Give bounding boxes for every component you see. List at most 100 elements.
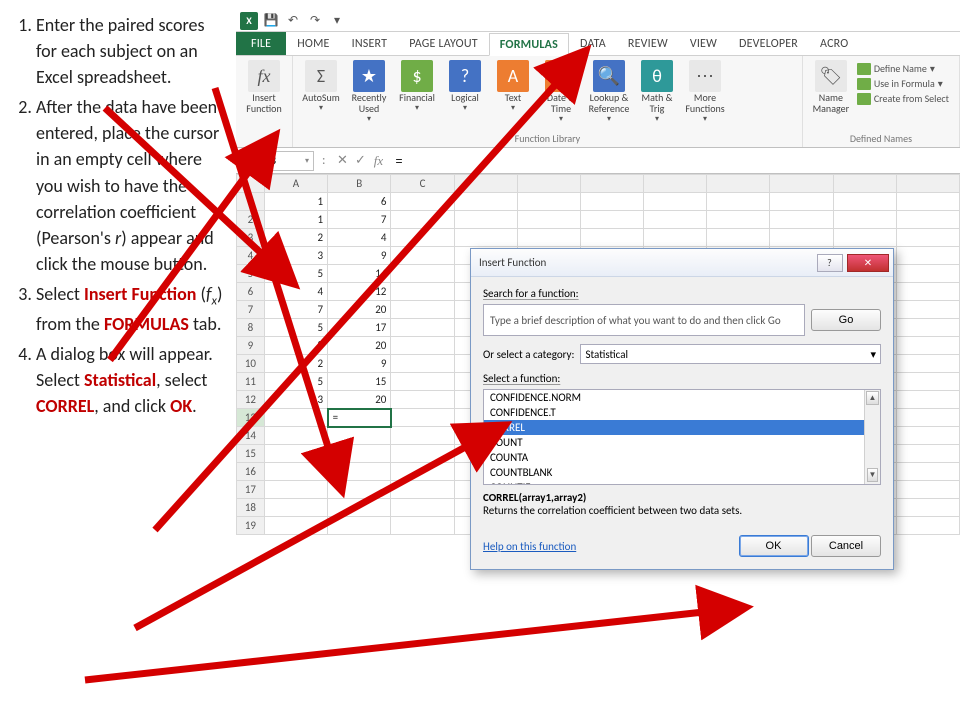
cell[interactable]	[391, 499, 454, 517]
help-link[interactable]: Help on this function	[483, 540, 576, 553]
autosum-button[interactable]: ΣAutoSum▾	[299, 58, 343, 124]
scroll-up-icon[interactable]: ▲	[866, 391, 879, 405]
cell[interactable]	[264, 481, 327, 499]
cell[interactable]: 2	[264, 229, 327, 247]
row-header[interactable]: 11	[237, 373, 265, 391]
cell[interactable]: 3	[264, 247, 327, 265]
tab-formulas[interactable]: FORMULAS	[489, 33, 569, 56]
cell[interactable]	[328, 427, 391, 445]
row-header[interactable]: 9	[237, 337, 265, 355]
cell[interactable]	[391, 481, 454, 499]
row-header[interactable]: 15	[237, 445, 265, 463]
category-select[interactable]: Statistical▾	[580, 344, 881, 364]
create-from-selection-button[interactable]: Create from Select	[857, 92, 949, 105]
cell[interactable]	[391, 301, 454, 319]
financial-button[interactable]: $Financial▾	[395, 58, 439, 124]
cell[interactable]	[264, 499, 327, 517]
cell[interactable]: 4	[328, 229, 391, 247]
cell[interactable]	[391, 337, 454, 355]
cell[interactable]: 1	[264, 193, 327, 211]
function-list-item[interactable]: COUNT	[484, 435, 880, 450]
col-header[interactable]: C	[391, 175, 454, 193]
col-header[interactable]: A	[264, 175, 327, 193]
tab-file[interactable]: FILE	[236, 32, 286, 55]
cell[interactable]	[391, 319, 454, 337]
function-list-item[interactable]: COUNTBLANK	[484, 465, 880, 480]
cell[interactable]: 5	[264, 265, 327, 283]
active-cell[interactable]: =	[328, 409, 391, 427]
recently-used-button[interactable]: ★Recently Used▾	[347, 58, 391, 124]
cell[interactable]: 20	[328, 301, 391, 319]
tab-acrobat[interactable]: Acro	[809, 32, 859, 55]
row-header[interactable]: 2	[237, 211, 265, 229]
tab-review[interactable]: REVIEW	[617, 32, 679, 55]
row-header[interactable]: 4	[237, 247, 265, 265]
cell[interactable]	[328, 481, 391, 499]
formula-input[interactable]	[387, 154, 960, 168]
cell[interactable]: 9	[328, 355, 391, 373]
row-header[interactable]: 7	[237, 301, 265, 319]
cell[interactable]	[391, 283, 454, 301]
function-listbox[interactable]: CONFIDENCE.NORMCONFIDENCE.TCORRELCOUNTCO…	[483, 389, 881, 485]
accept-formula-icon[interactable]: ✓	[351, 152, 369, 170]
cell[interactable]	[391, 427, 454, 445]
use-in-formula-button[interactable]: Use in Formula ▾	[857, 77, 949, 90]
row-header[interactable]: 18	[237, 499, 265, 517]
cell[interactable]	[391, 445, 454, 463]
cell[interactable]	[391, 373, 454, 391]
insert-function-button[interactable]: fx Insert Function	[242, 58, 286, 114]
cell[interactable]	[328, 463, 391, 481]
row-header[interactable]: 12	[237, 391, 265, 409]
cell[interactable]: 8	[264, 337, 327, 355]
cell[interactable]	[328, 445, 391, 463]
cell[interactable]	[391, 265, 454, 283]
name-manager-button[interactable]: 🏷Name Manager	[809, 58, 853, 114]
qat-dropdown-icon[interactable]: ▾	[328, 12, 346, 30]
cell[interactable]	[391, 229, 454, 247]
row-header[interactable]: 14	[237, 427, 265, 445]
tab-data[interactable]: DATA	[569, 32, 617, 55]
row-header[interactable]: 17	[237, 481, 265, 499]
cell[interactable]: 15	[328, 373, 391, 391]
cell[interactable]: 6	[328, 193, 391, 211]
cell[interactable]: 5	[264, 373, 327, 391]
cell[interactable]: 5	[264, 319, 327, 337]
cell[interactable]	[391, 355, 454, 373]
redo-icon[interactable]: ↷	[306, 12, 324, 30]
save-icon[interactable]: 💾	[262, 12, 280, 30]
function-list-item[interactable]: CONFIDENCE.T	[484, 405, 880, 420]
help-button[interactable]: ?	[817, 254, 843, 272]
close-button[interactable]: ✕	[847, 254, 889, 272]
tab-developer[interactable]: DEVELOPER	[728, 32, 809, 55]
fx-bar-icon[interactable]: fx	[369, 152, 387, 170]
tab-view[interactable]: VIEW	[679, 32, 728, 55]
tab-page-layout[interactable]: PAGE LAYOUT	[398, 32, 489, 55]
cell[interactable]	[264, 463, 327, 481]
cell[interactable]	[328, 499, 391, 517]
row-header[interactable]: 10	[237, 355, 265, 373]
cell[interactable]	[391, 211, 454, 229]
scroll-down-icon[interactable]: ▼	[867, 468, 878, 482]
row-header[interactable]: 6	[237, 283, 265, 301]
chevron-down-icon[interactable]: ▾	[305, 156, 309, 166]
function-list-item[interactable]: COUNTA	[484, 450, 880, 465]
cell[interactable]: 3	[264, 391, 327, 409]
function-list-item[interactable]: COUNTIF	[484, 480, 880, 485]
cell[interactable]	[264, 409, 327, 427]
scrollbar[interactable]: ▲ ▼	[864, 390, 880, 484]
cell[interactable]: 20	[328, 391, 391, 409]
row-header[interactable]: 3	[237, 229, 265, 247]
cell[interactable]: 14	[328, 265, 391, 283]
cell[interactable]: 7	[328, 211, 391, 229]
cell[interactable]	[391, 247, 454, 265]
cell[interactable]	[264, 445, 327, 463]
cell[interactable]	[391, 391, 454, 409]
cell[interactable]	[391, 463, 454, 481]
tab-home[interactable]: HOME	[286, 32, 340, 55]
cell[interactable]	[391, 193, 454, 211]
function-list-item[interactable]: CORREL	[484, 420, 880, 435]
search-function-input[interactable]: Type a brief description of what you wan…	[483, 304, 805, 336]
math-trig-button[interactable]: θMath & Trig▾	[635, 58, 679, 124]
go-button[interactable]: Go	[811, 309, 881, 331]
cancel-formula-icon[interactable]: ✕	[333, 152, 351, 170]
